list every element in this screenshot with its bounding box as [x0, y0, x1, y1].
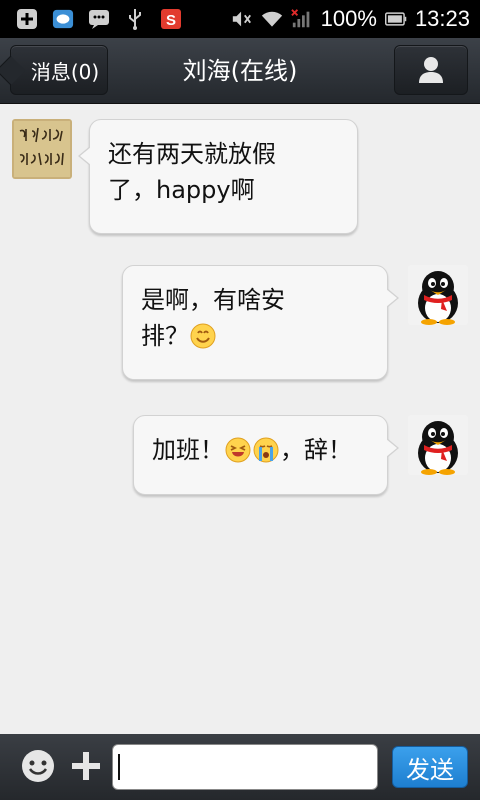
send-button[interactable]: 发送 [392, 746, 468, 788]
penguin-avatar-image [408, 415, 468, 475]
message-text-line: 还有两天就放假 [108, 140, 276, 168]
message-text-line: 了，happy啊 [108, 176, 255, 204]
emoji-button[interactable] [20, 748, 56, 784]
mute-icon [231, 8, 253, 30]
battery-percent: 100% [320, 6, 377, 31]
contact-avatar[interactable] [12, 119, 72, 179]
wifi-icon [261, 8, 283, 30]
battery-icon [384, 8, 407, 30]
penguin-avatar-image [408, 265, 468, 325]
plus-icon [72, 752, 100, 780]
text-cursor [118, 754, 120, 780]
my-avatar[interactable] [408, 265, 468, 325]
back-button-label: 消息(0) [30, 59, 100, 84]
message-text-line: 排？ [141, 322, 189, 350]
laughing-emoji [225, 437, 251, 463]
contact-profile-button[interactable] [394, 45, 468, 95]
signal-icon [290, 8, 313, 30]
calligraphy-avatar-image [12, 119, 72, 179]
chat-app-icon [52, 8, 74, 30]
sogou-icon: S [160, 8, 182, 30]
person-icon [419, 57, 443, 83]
message-text: ，辞！ [280, 436, 352, 464]
clock: 13:23 [414, 6, 470, 31]
message-text-line: 是啊，有啥安 [141, 286, 285, 314]
chat-area[interactable]: 还有两天就放假 了，happy啊 是啊，有啥安 排？ 加班！ ，辞！ [0, 104, 480, 734]
status-bar: S 100% 13:23 [0, 0, 480, 38]
message-bubble-sent[interactable]: 是啊，有啥安 排？ [122, 265, 399, 380]
title-bar: 消息(0) 刘海(在线) [0, 38, 480, 104]
back-button[interactable]: 消息(0) [10, 45, 108, 95]
my-avatar[interactable] [408, 415, 468, 475]
smile-emoji [190, 323, 216, 349]
crying-emoji [253, 437, 279, 463]
input-bar: 发送 [0, 734, 480, 800]
message-bubble-received[interactable]: 还有两天就放假 了，happy啊 [78, 119, 358, 234]
add-notification-icon [16, 8, 38, 30]
svg-text:S: S [166, 12, 176, 29]
usb-icon [124, 8, 146, 30]
smiley-face-icon [22, 750, 54, 782]
message-text: 加班！ [152, 436, 224, 464]
more-actions-button[interactable] [68, 748, 104, 784]
message-bubble-sent[interactable]: 加班！ ，辞！ [133, 415, 399, 495]
message-icon [88, 8, 110, 30]
message-input[interactable] [112, 744, 378, 790]
